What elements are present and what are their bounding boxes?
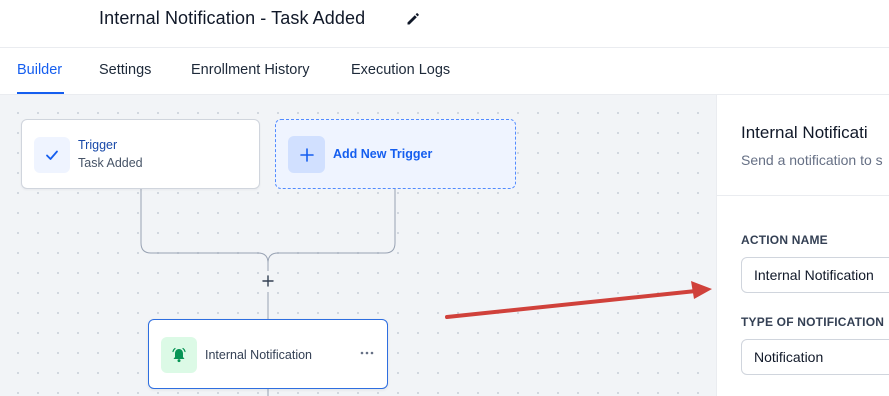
action-name-input[interactable] xyxy=(741,257,889,293)
type-of-notification-label: TYPE OF NOTIFICATION xyxy=(741,315,885,329)
plus-icon xyxy=(288,136,325,173)
trigger-title: Trigger xyxy=(78,138,118,152)
action-label: Internal Notification xyxy=(205,348,313,362)
panel-divider xyxy=(717,195,889,196)
add-new-trigger-button[interactable]: Add New Trigger xyxy=(275,119,516,189)
trigger-subtitle: Task Added xyxy=(78,156,143,170)
add-new-trigger-label: Add New Trigger xyxy=(333,147,433,161)
type-of-notification-select[interactable]: Notification xyxy=(741,339,889,375)
internal-notification-action-card[interactable]: Internal Notification xyxy=(148,319,388,389)
more-horizontal-icon[interactable] xyxy=(359,345,375,361)
action-name-label: ACTION NAME xyxy=(741,233,828,247)
action-settings-panel: Internal Notificati Send a notification … xyxy=(716,95,889,396)
panel-subtitle: Send a notification to s xyxy=(741,152,883,168)
add-step-plus-icon[interactable] xyxy=(260,273,276,289)
trigger-card[interactable]: Trigger Task Added xyxy=(21,119,260,189)
bell-icon xyxy=(161,337,197,373)
panel-title: Internal Notificati xyxy=(741,123,868,142)
check-icon xyxy=(34,137,70,173)
